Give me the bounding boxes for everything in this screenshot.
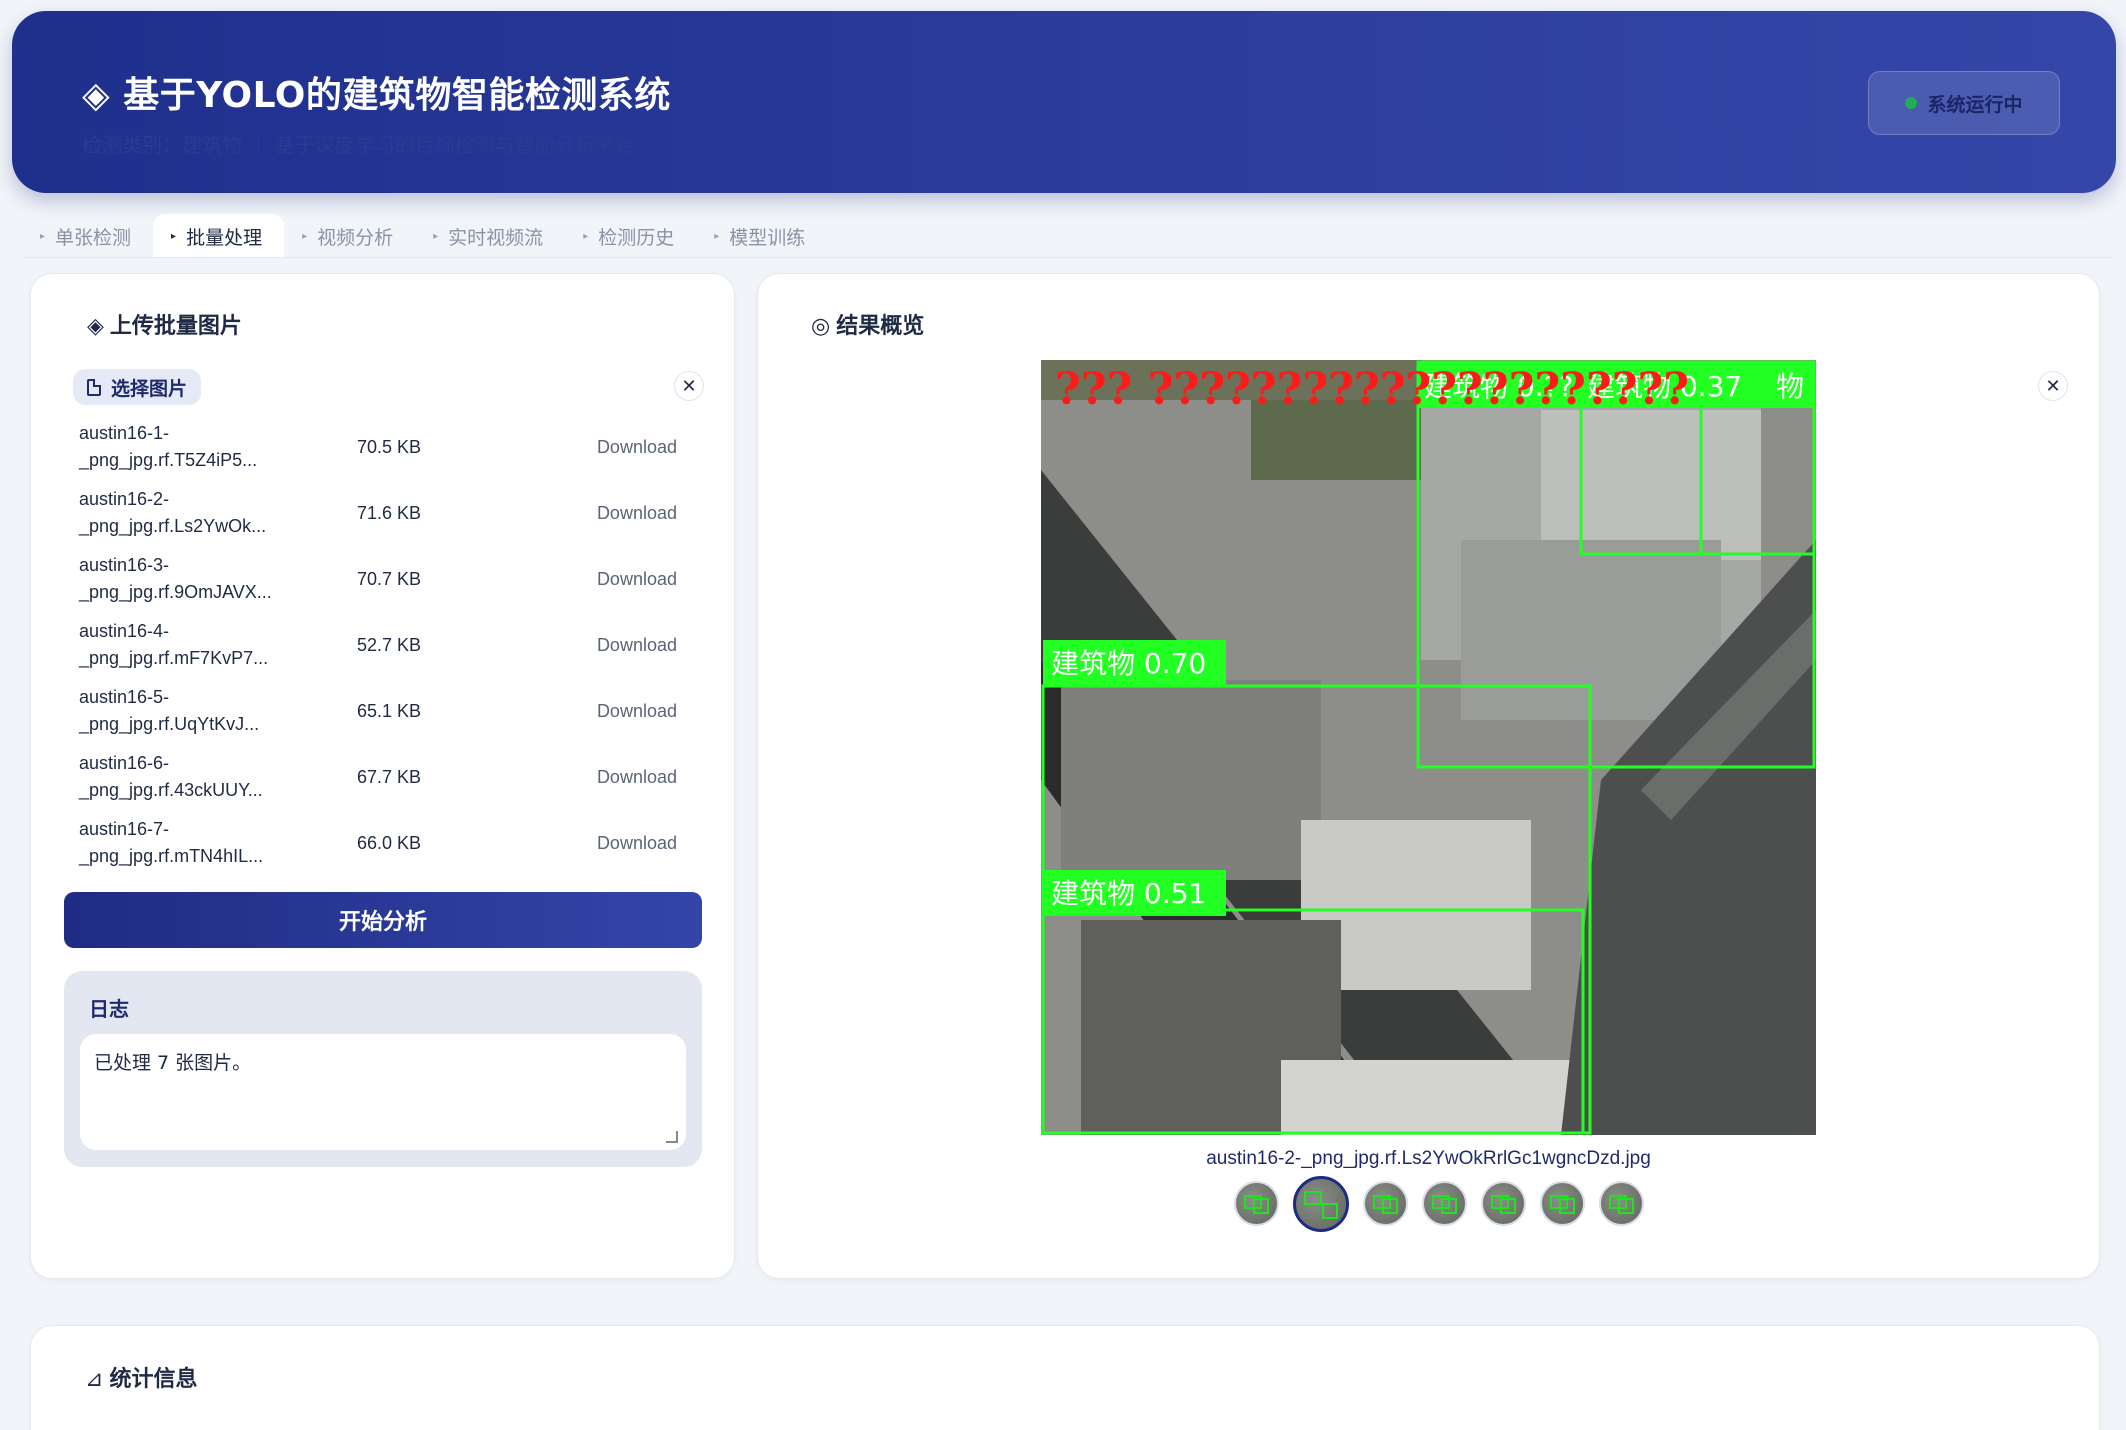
system-status-text: 系统运行中 [1927, 93, 2023, 116]
result-image-caption: austin16-2-_png_jpg.rf.Ls2YwOkRrlGc1wgnc… [1206, 1148, 1651, 1169]
file-size: 70.7 KB [357, 568, 422, 589]
select-files-button[interactable]: 选择图片 [73, 369, 202, 405]
file-size: 52.7 KB [357, 634, 422, 655]
file-size: 70.5 KB [357, 436, 422, 457]
log-panel: 日志 已处理 7 张图片。 [64, 971, 702, 1167]
tab-detection-history[interactable]: ▸ 检测历史 [565, 214, 696, 258]
log-textarea[interactable]: 已处理 7 张图片。 [80, 1034, 686, 1150]
file-row: austin16-3- _png_jpg.rf.9OmJAVX... 70.7 … [79, 546, 719, 612]
download-link[interactable]: Download [537, 767, 677, 788]
thumbnail[interactable] [1233, 1181, 1279, 1226]
detection-label: 建筑物 0.70 [1051, 647, 1206, 680]
file-row: austin16-5- _png_jpg.rf.UqYtKvJ... 65.1 … [79, 678, 719, 744]
tabs-divider [22, 257, 2112, 258]
statistics-panel: ⊿ 统计信息 [30, 1325, 2100, 1430]
clear-files-button[interactable]: ✕ [674, 371, 704, 401]
upload-panel-title: ◈ 上传批量图片 [87, 314, 242, 339]
start-analysis-button[interactable]: 开始分析 [64, 892, 702, 948]
tab-model-training[interactable]: ▸ 模型训练 [696, 214, 827, 258]
download-link[interactable]: Download [537, 569, 677, 590]
file-name: austin16-3- _png_jpg.rf.9OmJAVX... [79, 555, 272, 602]
diamond-icon: ◈ [87, 314, 104, 339]
overlay-text: ??? ????????????????????? [1055, 364, 1689, 415]
upload-panel: ◈ 上传批量图片 选择图片 ✕ austin16-1- _png_jpg.rf.T… [30, 273, 735, 1279]
thumbnail[interactable] [1598, 1181, 1644, 1226]
download-link[interactable]: Download [537, 503, 677, 524]
close-icon: ✕ [681, 375, 697, 397]
download-link[interactable]: Download [537, 635, 677, 656]
circle-target-icon: ◎ [811, 314, 831, 339]
system-status-badge: 系统运行中 [1868, 71, 2060, 135]
file-size: 66.0 KB [357, 832, 422, 853]
result-panel: ◎ 结果概览 ✕ 建筑物 0.70 建筑物 0.51 建筑物 0.?? 建筑物 … [757, 273, 2100, 1279]
thumbnail[interactable] [1362, 1181, 1408, 1226]
thumbnail-selected[interactable] [1292, 1176, 1349, 1232]
file-row: austin16-4- _png_jpg.rf.mF7KvP7... 52.7 … [79, 612, 719, 678]
file-size: 65.1 KB [357, 700, 422, 721]
app-subtitle: 检测类别：建筑物 ｜ 基于深度学习的目标检测与智能分析平台 [82, 133, 635, 157]
tab-batch-process[interactable]: ▸ 批量处理 [153, 214, 285, 258]
file-name: austin16-2- _png_jpg.rf.Ls2YwOk... [79, 489, 267, 536]
close-icon: ✕ [2045, 375, 2061, 397]
log-label: 日志 [89, 997, 129, 1021]
thumbnail[interactable] [1539, 1181, 1585, 1226]
file-name: austin16-1- _png_jpg.rf.T5Z4iP5... [79, 423, 258, 470]
tab-realtime-stream[interactable]: ▸ 实时视频流 [415, 214, 565, 258]
file-row: austin16-2- _png_jpg.rf.Ls2YwOk... 71.6 … [79, 480, 719, 546]
file-name: austin16-6- _png_jpg.rf.43ckUUY... [79, 753, 263, 800]
file-row: austin16-6- _png_jpg.rf.43ckUUY... 67.7 … [79, 744, 719, 810]
app-title: ◈ 基于YOLO的建筑物智能检测系统 [82, 75, 671, 116]
detection-result-image[interactable]: 建筑物 0.70 建筑物 0.51 建筑物 0.?? 建筑物 0.37 物 ??… [1041, 360, 1816, 1135]
triangle-icon: ▸ [302, 230, 308, 242]
file-row: austin16-1- _png_jpg.rf.T5Z4iP5... 70.5 … [79, 414, 719, 480]
file-row: austin16-7- _png_jpg.rf.mTN4hIL... 66.0 … [79, 810, 719, 876]
result-panel-title: ◎ 结果概览 [811, 314, 925, 339]
tab-video-analysis[interactable]: ▸ 视频分析 [284, 214, 415, 258]
tab-single-detect[interactable]: ▸ 单张检测 [22, 214, 153, 258]
download-link[interactable]: Download [537, 701, 677, 722]
main-tabs: ▸ 单张检测 ▸ 批量处理 ▸ 视频分析 ▸ 实时视频流 ▸ 检测历史 ▸ 模型训练 [22, 214, 827, 258]
detection-label: 物 [1776, 370, 1804, 403]
download-link[interactable]: Download [537, 437, 677, 458]
download-link[interactable]: Download [537, 833, 677, 854]
triangle-icon: ▸ [40, 230, 46, 242]
thumbnail[interactable] [1421, 1181, 1467, 1226]
file-icon [87, 378, 101, 396]
file-name: austin16-4- _png_jpg.rf.mF7KvP7... [79, 621, 269, 668]
chart-triangle-icon: ⊿ [85, 1367, 104, 1392]
status-dot-icon [1905, 97, 1918, 109]
detection-label: 建筑物 0.51 [1051, 877, 1206, 910]
thumbnail[interactable] [1480, 1181, 1526, 1226]
close-result-button[interactable]: ✕ [2038, 371, 2068, 401]
triangle-icon: ▸ [714, 230, 720, 242]
uploaded-file-list: austin16-1- _png_jpg.rf.T5Z4iP5... 70.5 … [79, 414, 719, 876]
triangle-icon: ▸ [583, 230, 589, 242]
app-header: ◈ 基于YOLO的建筑物智能检测系统 检测类别：建筑物 ｜ 基于深度学习的目标检… [12, 11, 2116, 193]
thumbnail-gallery [758, 1176, 2101, 1232]
file-name: austin16-7- _png_jpg.rf.mTN4hIL... [79, 819, 264, 866]
statistics-panel-title: ⊿ 统计信息 [85, 1367, 198, 1392]
file-name: austin16-5- _png_jpg.rf.UqYtKvJ... [79, 687, 260, 734]
resize-handle-icon[interactable] [666, 1131, 678, 1143]
file-size: 67.7 KB [357, 766, 422, 787]
triangle-icon: ▸ [433, 230, 439, 242]
triangle-icon: ▸ [171, 230, 177, 242]
file-size: 71.6 KB [357, 502, 422, 523]
aerial-photo: 建筑物 0.70 建筑物 0.51 建筑物 0.?? 建筑物 0.37 物 ??… [1041, 360, 1816, 1135]
